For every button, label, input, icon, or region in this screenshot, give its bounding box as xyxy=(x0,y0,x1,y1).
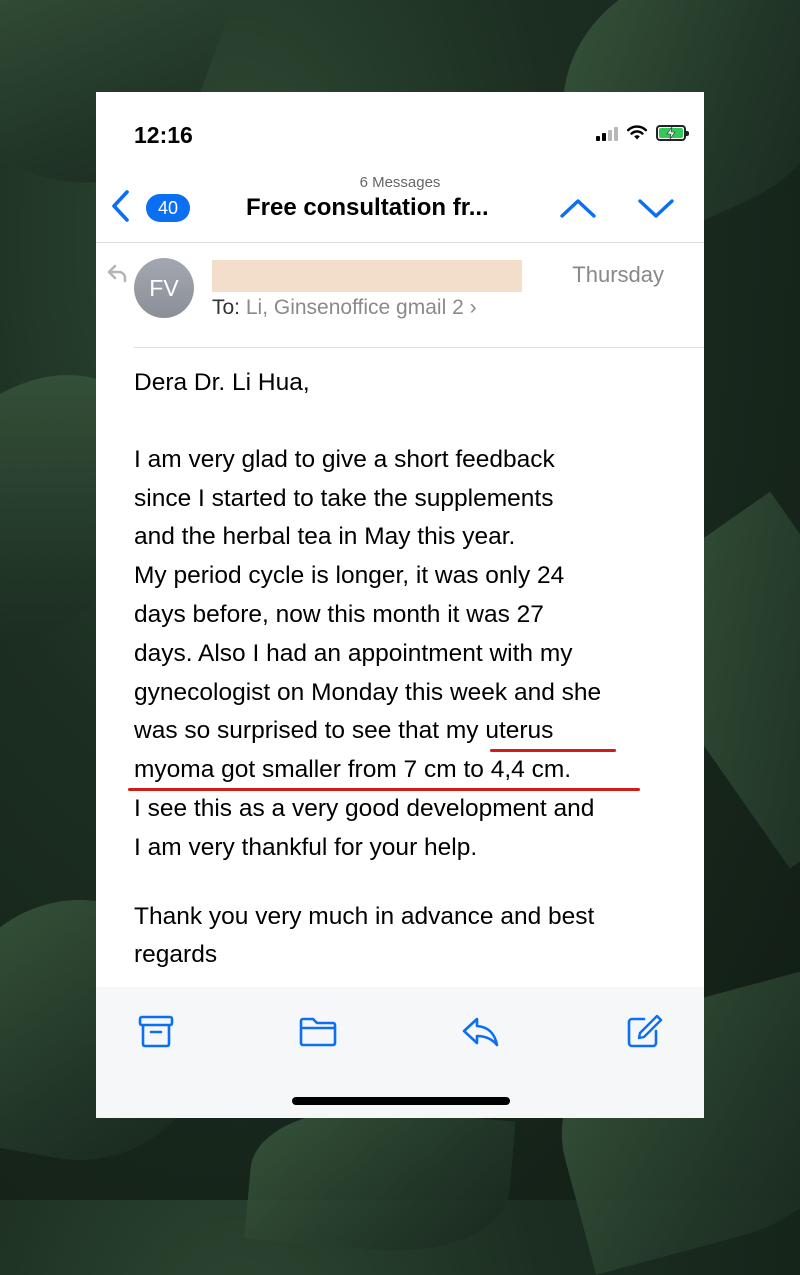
cellular-signal-icon xyxy=(596,125,618,141)
header-divider xyxy=(134,347,704,348)
message-navbar: 6 Messages 40 Free consultation fr... xyxy=(96,172,704,243)
status-bar: 12:16 xyxy=(96,92,704,172)
battery-icon xyxy=(656,124,689,141)
body-line: regards xyxy=(134,941,218,969)
status-time: 12:16 xyxy=(134,122,193,148)
background-leaf xyxy=(244,1098,516,1262)
back-chevron-icon[interactable] xyxy=(108,188,134,224)
next-message-chevron-down-icon[interactable] xyxy=(636,192,676,224)
greeting: Dera Dr. Li Hua, xyxy=(134,369,310,396)
body-line: Thank you very much in advance and best xyxy=(134,902,595,930)
feedback-paragraph: I am very glad to give a short feedback … xyxy=(134,441,684,868)
status-icons xyxy=(596,124,689,141)
recipients-list[interactable]: Li, Ginsenoffice gmail 2 xyxy=(246,296,464,319)
body-line: myoma got smaller from 7 cm to 4,4 cm. xyxy=(134,756,572,784)
message-date: Thursday xyxy=(572,262,664,287)
closing-paragraph: Thank you very much in advance and best … xyxy=(134,898,684,976)
body-line: I am very glad to give a short feedback xyxy=(134,445,555,473)
sender-avatar[interactable]: FV xyxy=(134,258,194,318)
recipients-line[interactable]: To: Li, Ginsenoffice gmail 2 › xyxy=(212,296,477,320)
wifi-icon xyxy=(627,125,647,140)
to-label: To: xyxy=(212,296,241,319)
body-line: was so surprised to see that my uterus xyxy=(134,717,554,745)
phone-screen: 12:16 6 Messages 40 Free consultation fr… xyxy=(96,92,704,1118)
message-body: Dera Dr. Li Hua, I am very glad to give … xyxy=(134,364,684,975)
replied-arrow-icon xyxy=(107,264,127,283)
body-line: My period cycle is longer, it was only 2… xyxy=(134,562,565,590)
body-line: days. Also I had an appointment with my xyxy=(134,639,573,667)
red-underline-annotation xyxy=(490,749,616,752)
chevron-right-icon[interactable]: › xyxy=(470,296,477,319)
reply-icon[interactable] xyxy=(460,1013,500,1049)
body-line: I see this as a very good development an… xyxy=(134,794,595,822)
unread-count-badge[interactable]: 40 xyxy=(146,194,190,222)
mail-header: FV Thursday To: Li, Ginsenoffice gmail 2… xyxy=(96,242,704,348)
body-line: I am very thankful for your help. xyxy=(134,833,478,861)
body-line: since I started to take the supplements xyxy=(134,484,554,512)
compose-icon[interactable] xyxy=(624,1013,664,1049)
message-count: 6 Messages xyxy=(359,174,441,191)
body-line: gynecologist on Monday this week and she xyxy=(134,678,602,706)
red-underline-annotation xyxy=(128,788,640,791)
body-line: and the herbal tea in May this year. xyxy=(134,523,516,551)
previous-message-chevron-up-icon[interactable] xyxy=(558,192,598,224)
home-indicator[interactable] xyxy=(292,1097,510,1105)
redacted-sender-name xyxy=(212,260,522,292)
thread-title: Free consultation fr... xyxy=(246,194,489,221)
body-line: days before, now this month it was 27 xyxy=(134,600,544,628)
folder-icon[interactable] xyxy=(298,1013,338,1049)
archive-icon[interactable] xyxy=(136,1013,176,1049)
